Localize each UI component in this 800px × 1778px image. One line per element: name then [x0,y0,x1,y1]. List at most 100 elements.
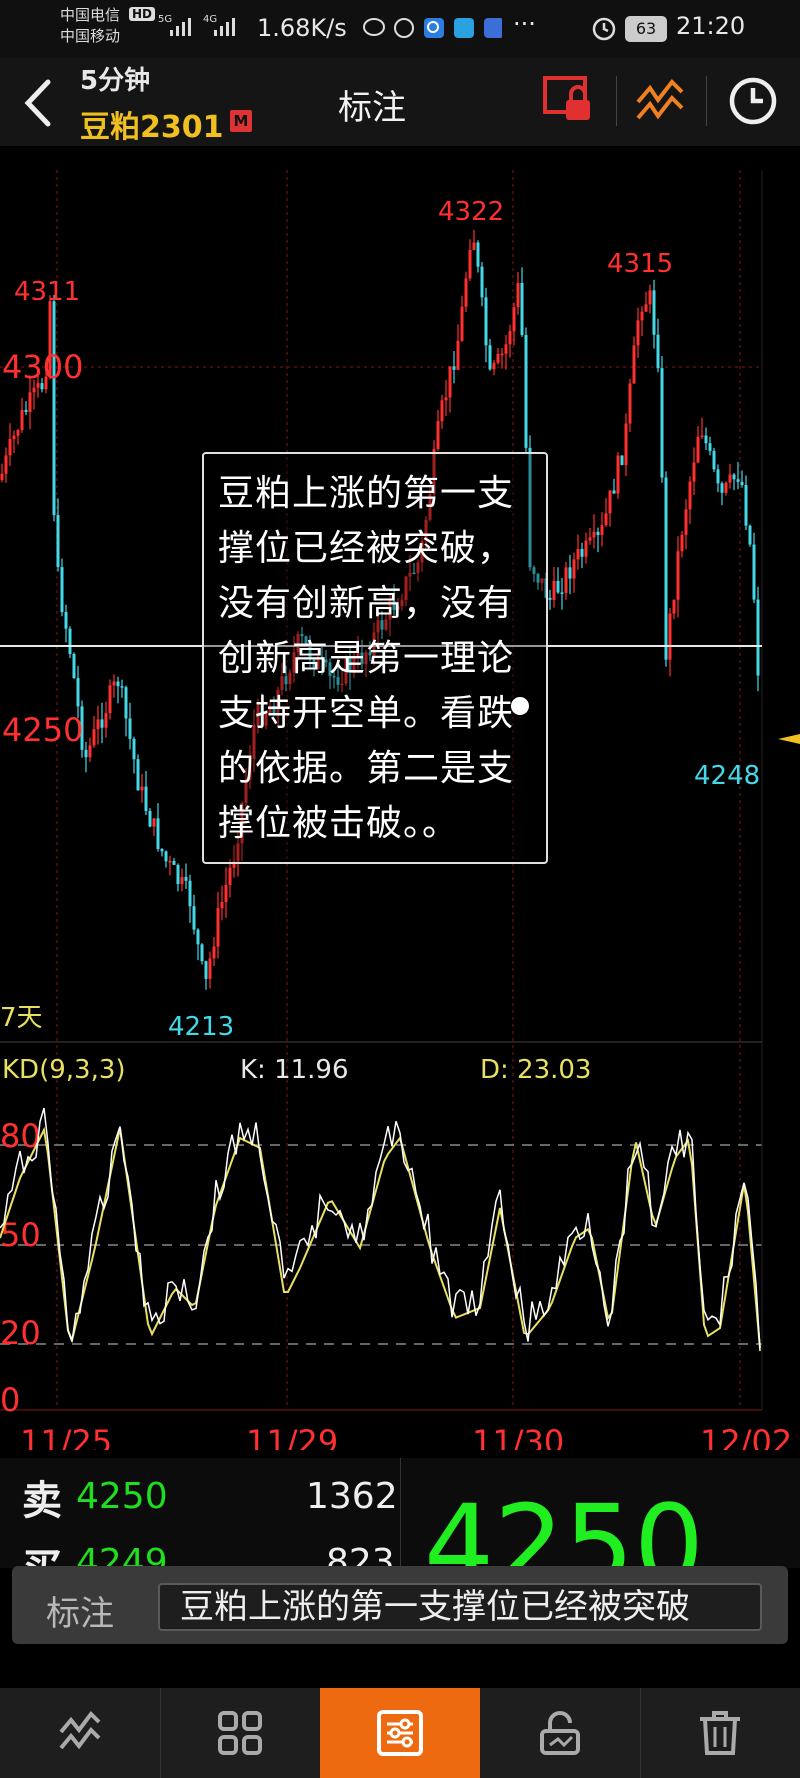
hd-badge: HD [129,7,156,21]
candle-body [28,392,32,412]
price-label-4213: 4213 [168,1012,234,1042]
candle-body [548,597,552,600]
candle-body [20,409,24,431]
candle-body [104,713,108,728]
candle-body [440,400,444,422]
carrier-2: 中国移动 [60,27,121,45]
search-app-icon [424,18,444,38]
settings-button[interactable] [320,1688,480,1778]
candle-body [448,366,452,398]
candle-body [608,490,612,514]
candle-body [92,729,96,746]
price-label-4315: 4315 [607,249,673,279]
candle-body [736,479,740,482]
annotation-box[interactable]: 豆粕上涨的第一支撑位已经被突破，没有创新高，没有创新高是第一理论支持开空单。看跌… [202,452,548,864]
draw-tool-icon [59,1710,101,1750]
candle-body [600,525,604,536]
candle-body [484,297,488,346]
candle-body [496,353,500,363]
price-axis-4250: 4250 [2,711,83,749]
candle-body [592,531,596,538]
annotation-text: 豆粕上涨的第一支撑位已经被突破，没有创新高，没有创新高是第一理论支持开空单。看跌… [218,473,515,844]
candle-body [576,549,580,560]
back-icon[interactable] [20,78,54,128]
annotation-input[interactable]: 豆粕上涨的第一支撑位已经被突破 [158,1583,762,1631]
date-label-3: 11/30 [472,1423,564,1450]
candle-body [704,435,708,444]
candle-body [188,880,192,907]
candle-body [604,513,608,526]
candle-body [164,851,168,862]
candle-body [72,653,76,679]
candle-body [152,818,156,827]
candle-body [228,867,232,885]
lock-screen-icon[interactable] [540,72,596,128]
candle-body [744,485,748,526]
candle-body [444,397,448,401]
candle-body [668,613,672,660]
candle-body [524,334,528,448]
candle-body [116,681,120,687]
candle-body [700,435,704,437]
candle-body [640,311,644,321]
sell-volume: 1362 [306,1476,398,1517]
candle-body [724,482,728,493]
candle-body [656,334,660,369]
candle-body [124,687,128,719]
candle-body [468,250,472,279]
candle-body [672,599,676,614]
battery-icon: 63 [625,16,667,42]
candle-body [748,525,752,545]
candle-body [500,353,504,356]
period-label: 5分钟 [80,66,151,96]
draw-tool-button[interactable] [0,1688,160,1778]
delete-button[interactable] [640,1688,800,1778]
candle-body [180,877,184,885]
symbol-title[interactable]: 豆粕2301 [80,102,224,146]
candle-body [0,473,4,480]
network-speed: 1.68K/s [257,14,347,42]
date-label-2: 11/29 [246,1423,338,1450]
unlock-button[interactable] [480,1688,640,1778]
price-label-4311: 4311 [14,277,80,307]
candle-body [480,266,484,298]
candle-body [212,946,216,959]
layout-button[interactable] [160,1688,320,1778]
kd-d-value: D: 23.03 [480,1055,591,1085]
candle-body [204,961,208,979]
grid-icon [218,1711,262,1755]
candle-body [752,544,756,600]
kd-level-20: 20 [0,1314,41,1352]
candle-body [680,534,684,552]
candle-body [644,304,648,312]
candle-body [516,282,520,308]
header-divider [616,76,617,126]
header-bar: 5分钟 豆粕2301 M 标注 [0,58,800,146]
draw-line-icon[interactable] [632,72,688,128]
candle-body [24,409,28,412]
candle-body [756,599,760,676]
candle-body [572,559,576,579]
candle-body [708,443,712,451]
candle-body [692,462,696,482]
kd-indicator-name: KD(9,3,3) [2,1055,126,1085]
candle-body [224,884,228,902]
candle-body [84,749,88,758]
candle-body [688,481,692,510]
date-label-4: 12/02 [700,1423,792,1450]
candle-body [740,481,744,486]
candle-body [620,455,624,465]
price-label-4322: 4322 [438,197,504,227]
touch-cursor-icon [511,697,529,715]
candle-body [96,719,100,730]
price-label-4248: 4248 [694,761,760,791]
candle-body [56,515,60,568]
header-divider-2 [706,76,707,126]
candle-body [456,340,460,370]
clock-icon[interactable] [726,74,780,128]
candle-body [696,436,700,463]
annotation-input-label: 标注 [46,1594,114,1634]
candle-body [560,592,564,594]
wechat-icon [363,18,385,36]
candle-body [108,685,112,714]
